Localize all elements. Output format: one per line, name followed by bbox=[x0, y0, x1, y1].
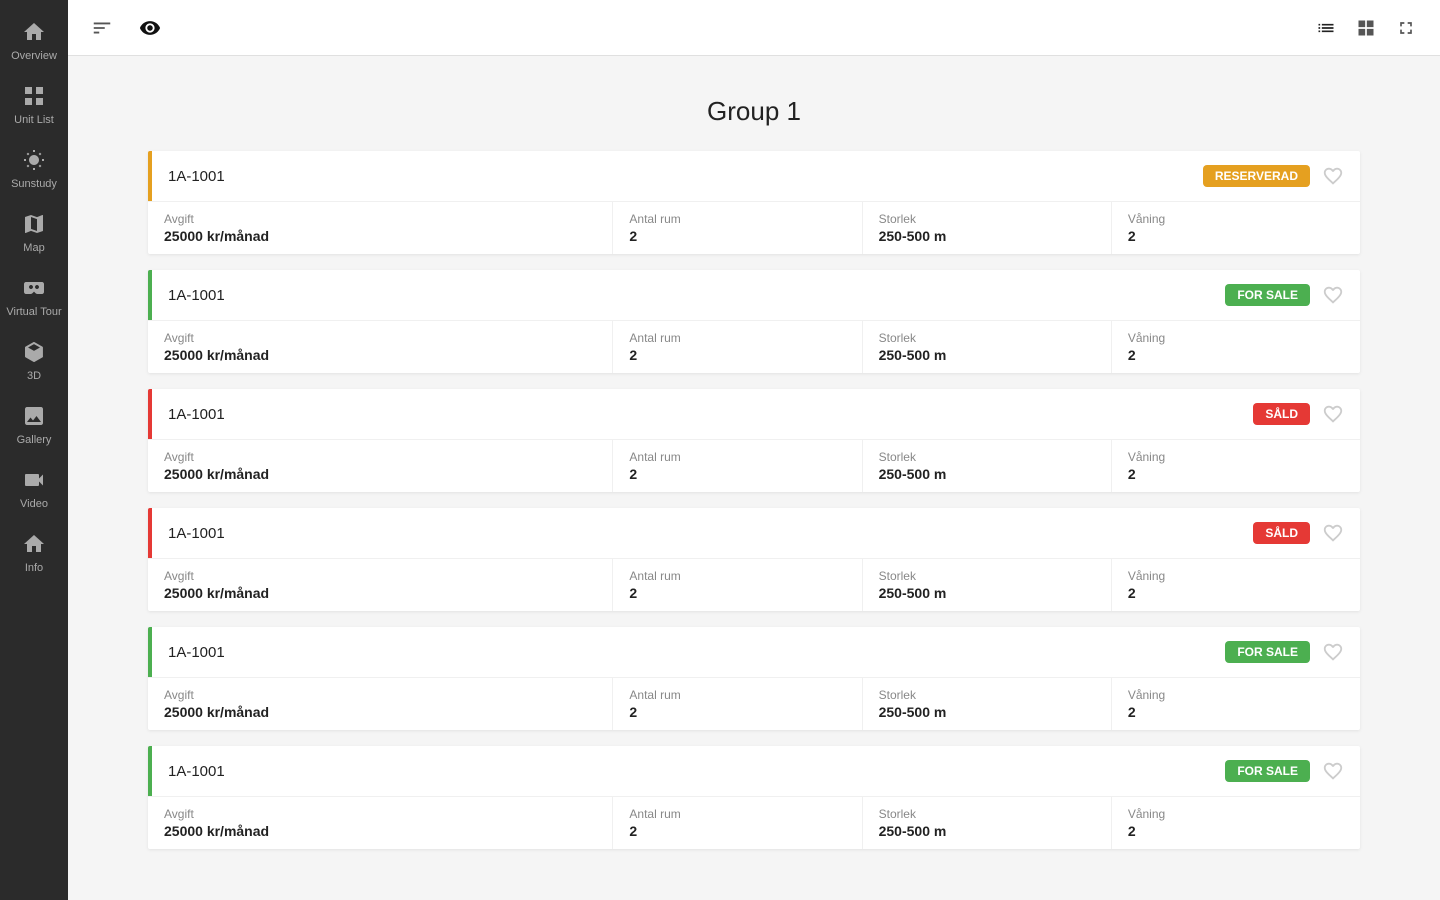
toolbar bbox=[68, 0, 1440, 56]
map-icon bbox=[20, 210, 48, 238]
unit-details: Avgift 25000 kr/månad Antal rum 2 Storle… bbox=[148, 201, 1360, 254]
detail-avgift: Avgift 25000 kr/månad bbox=[148, 678, 613, 730]
detail-antal: Antal rum 2 bbox=[613, 440, 862, 492]
favorite-button[interactable] bbox=[1322, 284, 1344, 306]
view-toggle bbox=[1308, 10, 1424, 46]
favorite-button[interactable] bbox=[1322, 641, 1344, 663]
sidebar: Overview Unit List Sunstudy Map Virtual … bbox=[0, 0, 68, 900]
detail-avgift: Avgift 25000 kr/månad bbox=[148, 559, 613, 611]
favorite-button[interactable] bbox=[1322, 522, 1344, 544]
status-badge: FOR SALE bbox=[1225, 760, 1310, 782]
favorite-button[interactable] bbox=[1322, 403, 1344, 425]
detail-vaning: Våning 2 bbox=[1112, 678, 1360, 730]
unit-header: 1A-1001 RESERVERAD bbox=[148, 151, 1360, 201]
detail-vaning: Våning 2 bbox=[1112, 440, 1360, 492]
detail-antal: Antal rum 2 bbox=[613, 321, 862, 373]
detail-storlek: Storlek 250-500 m bbox=[863, 797, 1112, 849]
status-badge: FOR SALE bbox=[1225, 641, 1310, 663]
detail-avgift: Avgift 25000 kr/månad bbox=[148, 440, 613, 492]
video-icon bbox=[20, 466, 48, 494]
sidebar-item-virtual-tour[interactable]: Virtual Tour bbox=[0, 264, 68, 328]
home-icon bbox=[20, 18, 48, 46]
detail-avgift: Avgift 25000 kr/månad bbox=[148, 797, 613, 849]
unit-header: 1A-1001 FOR SALE bbox=[148, 270, 1360, 320]
detail-antal: Antal rum 2 bbox=[613, 797, 862, 849]
sidebar-item-map[interactable]: Map bbox=[0, 200, 68, 264]
unit-details: Avgift 25000 kr/månad Antal rum 2 Storle… bbox=[148, 796, 1360, 849]
unit-card: 1A-1001 FOR SALE Avgift 25000 kr/månad A… bbox=[148, 270, 1360, 373]
unit-details: Avgift 25000 kr/månad Antal rum 2 Storle… bbox=[148, 558, 1360, 611]
detail-storlek: Storlek 250-500 m bbox=[863, 559, 1112, 611]
sun-icon bbox=[20, 146, 48, 174]
sidebar-item-video[interactable]: Video bbox=[0, 456, 68, 520]
detail-storlek: Storlek 250-500 m bbox=[863, 202, 1112, 254]
unit-details: Avgift 25000 kr/månad Antal rum 2 Storle… bbox=[148, 439, 1360, 492]
detail-vaning: Våning 2 bbox=[1112, 321, 1360, 373]
unit-header: 1A-1001 FOR SALE bbox=[148, 746, 1360, 796]
group-title: Group 1 bbox=[148, 96, 1360, 127]
unit-name: 1A-1001 bbox=[168, 406, 1253, 423]
image-icon bbox=[20, 402, 48, 430]
detail-storlek: Storlek 250-500 m bbox=[863, 440, 1112, 492]
unit-card: 1A-1001 RESERVERAD Avgift 25000 kr/månad… bbox=[148, 151, 1360, 254]
status-badge: RESERVERAD bbox=[1203, 165, 1310, 187]
fullscreen-button[interactable] bbox=[1388, 10, 1424, 46]
info-icon bbox=[20, 530, 48, 558]
sidebar-item-sunstudy[interactable]: Sunstudy bbox=[0, 136, 68, 200]
unit-card: 1A-1001 SÅLD Avgift 25000 kr/månad Antal… bbox=[148, 389, 1360, 492]
list-view-button[interactable] bbox=[1308, 10, 1344, 46]
detail-antal: Antal rum 2 bbox=[613, 678, 862, 730]
detail-vaning: Våning 2 bbox=[1112, 202, 1360, 254]
detail-avgift: Avgift 25000 kr/månad bbox=[148, 202, 613, 254]
detail-vaning: Våning 2 bbox=[1112, 797, 1360, 849]
detail-storlek: Storlek 250-500 m bbox=[863, 321, 1112, 373]
unit-card: 1A-1001 SÅLD Avgift 25000 kr/månad Antal… bbox=[148, 508, 1360, 611]
vr-icon bbox=[20, 274, 48, 302]
eye-button[interactable] bbox=[132, 10, 168, 46]
sidebar-item-gallery[interactable]: Gallery bbox=[0, 392, 68, 456]
unit-details: Avgift 25000 kr/månad Antal rum 2 Storle… bbox=[148, 320, 1360, 373]
unit-header: 1A-1001 SÅLD bbox=[148, 508, 1360, 558]
sidebar-item-info[interactable]: Info bbox=[0, 520, 68, 584]
grid-view-button[interactable] bbox=[1348, 10, 1384, 46]
unit-name: 1A-1001 bbox=[168, 525, 1253, 542]
status-badge: SÅLD bbox=[1253, 403, 1310, 425]
unit-name: 1A-1001 bbox=[168, 287, 1225, 304]
unit-name: 1A-1001 bbox=[168, 168, 1203, 185]
unit-details: Avgift 25000 kr/månad Antal rum 2 Storle… bbox=[148, 677, 1360, 730]
unit-card: 1A-1001 FOR SALE Avgift 25000 kr/månad A… bbox=[148, 746, 1360, 849]
status-badge: FOR SALE bbox=[1225, 284, 1310, 306]
detail-antal: Antal rum 2 bbox=[613, 202, 862, 254]
sidebar-item-3d[interactable]: 3D bbox=[0, 328, 68, 392]
filter-button[interactable] bbox=[84, 10, 120, 46]
unit-card: 1A-1001 FOR SALE Avgift 25000 kr/månad A… bbox=[148, 627, 1360, 730]
unit-name: 1A-1001 bbox=[168, 644, 1225, 661]
favorite-button[interactable] bbox=[1322, 760, 1344, 782]
detail-antal: Antal rum 2 bbox=[613, 559, 862, 611]
cube-icon bbox=[20, 338, 48, 366]
unit-header: 1A-1001 FOR SALE bbox=[148, 627, 1360, 677]
grid-icon bbox=[20, 82, 48, 110]
favorite-button[interactable] bbox=[1322, 165, 1344, 187]
detail-vaning: Våning 2 bbox=[1112, 559, 1360, 611]
sidebar-item-unit-list[interactable]: Unit List bbox=[0, 72, 68, 136]
status-badge: SÅLD bbox=[1253, 522, 1310, 544]
units-list: 1A-1001 RESERVERAD Avgift 25000 kr/månad… bbox=[148, 151, 1360, 849]
detail-storlek: Storlek 250-500 m bbox=[863, 678, 1112, 730]
sidebar-item-overview[interactable]: Overview bbox=[0, 8, 68, 72]
main-content: Group 1 1A-1001 RESERVERAD Avgift 25000 … bbox=[68, 56, 1440, 900]
unit-name: 1A-1001 bbox=[168, 763, 1225, 780]
detail-avgift: Avgift 25000 kr/månad bbox=[148, 321, 613, 373]
unit-header: 1A-1001 SÅLD bbox=[148, 389, 1360, 439]
